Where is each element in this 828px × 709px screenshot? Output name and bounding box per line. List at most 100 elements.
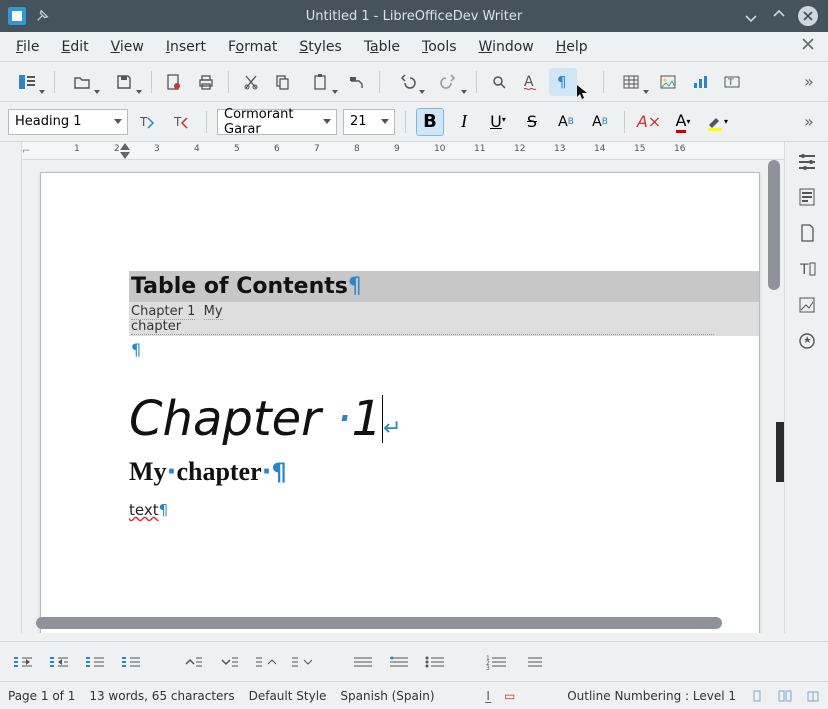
- status-page[interactable]: Page 1 of 1: [8, 689, 75, 703]
- menu-window[interactable]: Window: [471, 35, 542, 59]
- export-pdf-icon[interactable]: [160, 68, 188, 96]
- outline-indent-sub-icon[interactable]: [82, 653, 108, 671]
- selection-mode-icon[interactable]: ▭: [504, 689, 515, 703]
- heading-chapter[interactable]: Chapter ·1↵: [129, 391, 759, 447]
- clear-formatting-icon[interactable]: A⨯: [635, 108, 663, 136]
- scrollbar-thumb[interactable]: [768, 160, 780, 290]
- menu-view[interactable]: View: [103, 35, 152, 59]
- move-up-icon[interactable]: [180, 653, 206, 671]
- insert-image-icon[interactable]: [654, 68, 682, 96]
- menu-help[interactable]: Help: [548, 35, 596, 59]
- close-button[interactable]: [798, 6, 818, 26]
- menu-file[interactable]: File: [8, 35, 47, 59]
- maximize-button[interactable]: [770, 7, 788, 25]
- strikethrough-button[interactable]: S: [518, 108, 546, 136]
- separator: [206, 111, 207, 133]
- toolbar-overflow-icon[interactable]: »: [804, 72, 820, 91]
- move-up-sub-icon[interactable]: [252, 653, 278, 671]
- horizontal-scrollbar[interactable]: [22, 617, 768, 629]
- empty-paragraph-mark[interactable]: ¶: [131, 340, 759, 359]
- insert-table-button[interactable]: [612, 68, 650, 96]
- styles-panel-icon[interactable]: [794, 184, 820, 210]
- outline-outdent-sub-icon[interactable]: [118, 653, 144, 671]
- toc-heading-block[interactable]: Table of Contents¶: [129, 271, 759, 302]
- menu-insert[interactable]: Insert: [158, 35, 214, 59]
- pin-icon[interactable]: [36, 8, 52, 24]
- italic-button[interactable]: I: [450, 108, 478, 136]
- heading-subchapter[interactable]: My·chapter·¶: [129, 457, 759, 487]
- vertical-ruler[interactable]: [0, 142, 22, 633]
- font-size-select[interactable]: 21: [343, 109, 395, 135]
- menu-format[interactable]: Format: [220, 35, 285, 59]
- manage-changes-panel-icon[interactable]: [794, 328, 820, 354]
- minimize-button[interactable]: [742, 7, 760, 25]
- book-view-icon[interactable]: [806, 689, 820, 703]
- no-list-icon[interactable]: [350, 653, 376, 671]
- underline-button[interactable]: U▾: [484, 108, 512, 136]
- toc-entry[interactable]: Chapter 1 My chapter: [129, 302, 759, 336]
- status-style[interactable]: Default Style: [249, 689, 327, 703]
- clone-formatting-icon[interactable]: [343, 68, 371, 96]
- print-icon[interactable]: [192, 68, 220, 96]
- body-paragraph[interactable]: text¶: [129, 501, 759, 519]
- menu-styles[interactable]: Styles: [291, 35, 349, 59]
- find-icon[interactable]: [485, 68, 513, 96]
- ruler-tick: 13: [554, 144, 565, 154]
- status-outline[interactable]: Outline Numbering : Level 1: [567, 689, 736, 703]
- menu-table[interactable]: Table: [356, 35, 408, 59]
- window-title: Untitled 1 - LibreOfficeDev Writer: [0, 9, 828, 24]
- undo-button[interactable]: [388, 68, 426, 96]
- navigator-panel-icon[interactable]: T: [794, 256, 820, 282]
- scrollbar-thumb[interactable]: [36, 617, 722, 629]
- separator: [54, 71, 55, 93]
- numbered-list-icon[interactable]: 123: [484, 653, 510, 671]
- highlight-color-button[interactable]: ▾: [703, 108, 731, 136]
- vertical-scrollbar[interactable]: [768, 160, 780, 613]
- properties-panel-icon[interactable]: [794, 148, 820, 174]
- font-name-select[interactable]: Cormorant Garar: [217, 109, 337, 135]
- open-button[interactable]: [63, 68, 101, 96]
- copy-icon[interactable]: [269, 68, 297, 96]
- single-page-view-icon[interactable]: [750, 689, 764, 703]
- status-language[interactable]: Spanish (Spain): [340, 689, 434, 703]
- paragraph-style-select[interactable]: Heading 1: [8, 109, 128, 135]
- redo-button[interactable]: [430, 68, 468, 96]
- subscript-button[interactable]: AB: [586, 108, 614, 136]
- superscript-button[interactable]: AB: [552, 108, 580, 136]
- restart-numbering-icon[interactable]: [386, 653, 412, 671]
- bold-button[interactable]: B: [416, 108, 444, 136]
- outline-outdent-icon[interactable]: [46, 653, 72, 671]
- insert-mode-icon[interactable]: I̲: [486, 689, 490, 703]
- ruler-tick: 10: [434, 144, 445, 154]
- update-style-icon[interactable]: T: [134, 108, 162, 136]
- outline-indent-icon[interactable]: [10, 653, 36, 671]
- gallery-panel-icon[interactable]: [794, 220, 820, 246]
- new-style-icon[interactable]: T: [168, 108, 196, 136]
- move-down-sub-icon[interactable]: [288, 653, 314, 671]
- document-scroll[interactable]: ⌐ 12345678910111213141516 Table of Conte…: [22, 142, 784, 633]
- indent-marker-icon[interactable]: [120, 143, 130, 150]
- status-word-count[interactable]: 13 words, 65 characters: [89, 689, 234, 703]
- move-down-icon[interactable]: [216, 653, 242, 671]
- toolbar-overflow-icon[interactable]: »: [804, 112, 820, 131]
- font-color-button[interactable]: A▾: [669, 108, 697, 136]
- paste-button[interactable]: [301, 68, 339, 96]
- insert-chart-icon[interactable]: [686, 68, 714, 96]
- insert-textbox-icon[interactable]: T: [718, 68, 746, 96]
- hanging-indent-marker-icon[interactable]: [120, 152, 130, 159]
- ruler-tick: 4: [194, 144, 200, 154]
- bullet-list-icon[interactable]: [422, 653, 448, 671]
- numbered-list-2-icon[interactable]: [520, 653, 546, 671]
- cut-icon[interactable]: [237, 68, 265, 96]
- horizontal-ruler[interactable]: ⌐ 12345678910111213141516: [22, 142, 784, 160]
- formatting-marks-toggle[interactable]: ¶: [549, 68, 577, 96]
- page[interactable]: Table of Contents¶ Chapter 1 My chapter: [40, 172, 760, 633]
- sidebar-toggle-icon[interactable]: [8, 68, 46, 96]
- page-panel-icon[interactable]: [794, 292, 820, 318]
- close-document-icon[interactable]: [800, 36, 818, 54]
- save-button[interactable]: [105, 68, 143, 96]
- menu-edit[interactable]: Edit: [53, 35, 96, 59]
- spellcheck-icon[interactable]: A: [517, 68, 545, 96]
- menu-tools[interactable]: Tools: [414, 35, 465, 59]
- multi-page-view-icon[interactable]: [778, 689, 792, 703]
